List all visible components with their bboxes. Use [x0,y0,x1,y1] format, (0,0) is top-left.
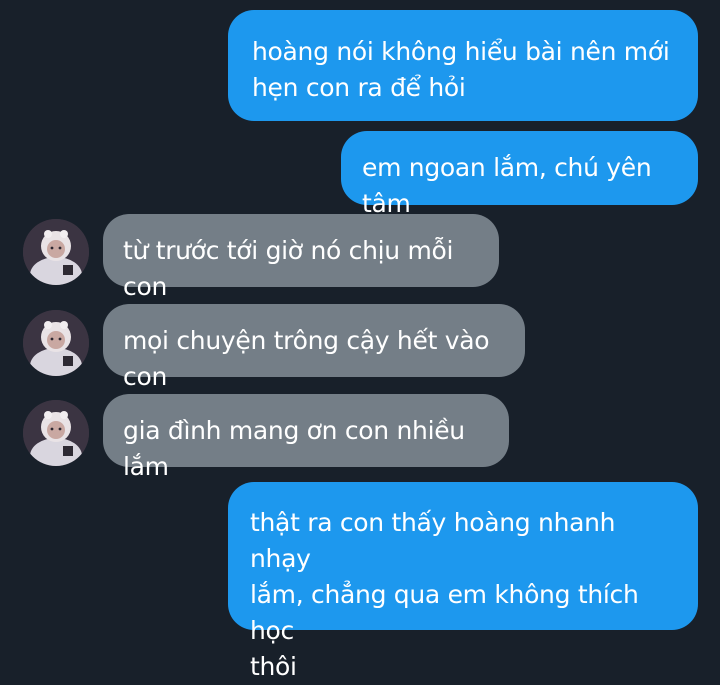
contact-avatar-icon[interactable] [23,400,89,466]
outgoing-message-bubble[interactable]: thật ra con thấy hoàng nhanh nhạy lắm, c… [228,482,698,681]
message-text: từ trước tới giờ nó chịu mỗi con [123,236,454,301]
incoming-message-bubble[interactable]: gia đình mang ơn con nhiều lắm [103,394,509,481]
contact-avatar-icon[interactable] [23,310,89,376]
message-text: thật ra con thấy hoàng nhanh nhạy lắm, c… [250,508,639,681]
message-text: gia đình mang ơn con nhiều lắm [123,416,465,481]
message-thread: hoàng nói không hiểu bài nên mới hẹn con… [0,0,720,681]
contact-avatar-icon[interactable] [23,219,89,285]
incoming-message-bubble[interactable]: mọi chuyện trông cậy hết vào con [103,304,525,391]
message-text: mọi chuyện trông cậy hết vào con [123,326,490,391]
outgoing-message-bubble[interactable]: em ngoan lắm, chú yên tâm [341,131,698,218]
incoming-message-bubble[interactable]: từ trước tới giờ nó chịu mỗi con [103,214,499,301]
message-text: hoàng nói không hiểu bài nên mới hẹn con… [252,37,670,102]
outgoing-message-bubble[interactable]: hoàng nói không hiểu bài nên mới hẹn con… [228,10,698,121]
message-text: em ngoan lắm, chú yên tâm [362,153,652,218]
